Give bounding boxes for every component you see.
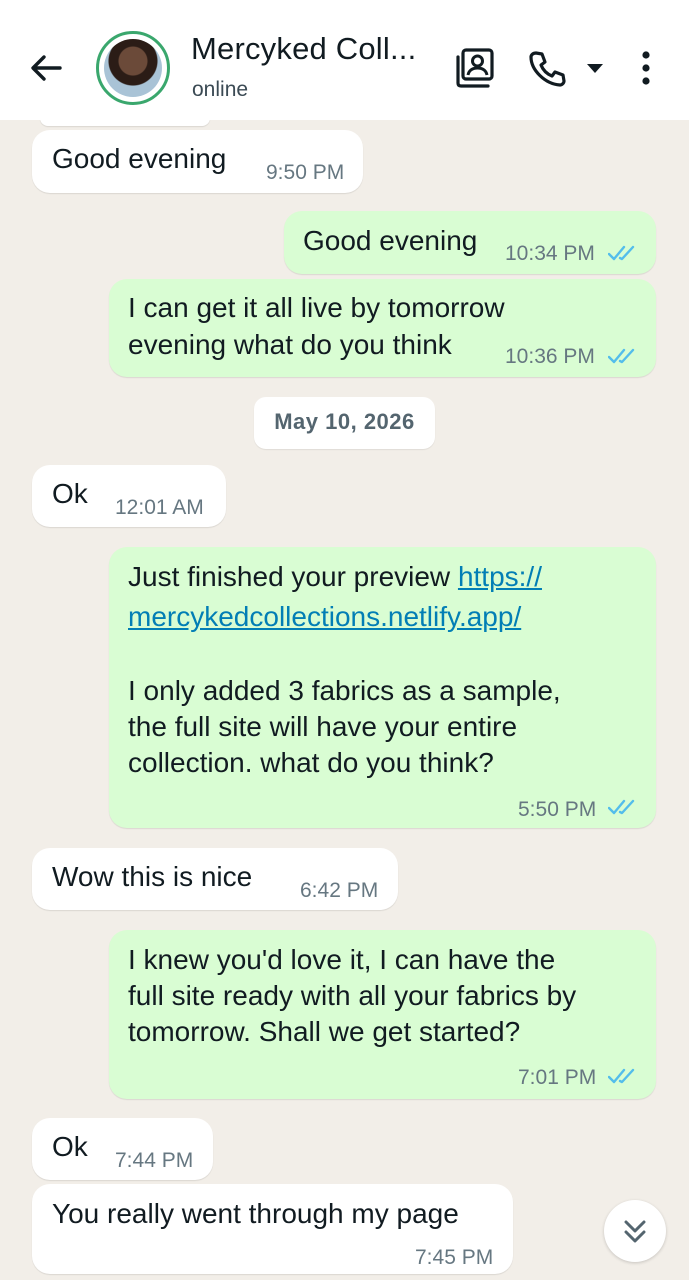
- arrow-left-icon[interactable]: [26, 48, 66, 88]
- message-text: You really went through my page: [52, 1198, 459, 1229]
- chat-area[interactable]: Good evening 9:50 PM Good evening 10:34 …: [0, 110, 689, 1280]
- message-line: I only added 3 fabrics as a sample,: [128, 675, 561, 706]
- message-text: Ok: [52, 478, 88, 509]
- scroll-to-bottom-button[interactable]: [604, 1200, 666, 1262]
- preview-link[interactable]: mercykedcollections.netlify.app/: [128, 601, 521, 632]
- message-bubble-incoming[interactable]: You really went through my page 7:45 PM: [32, 1184, 513, 1274]
- message-time: 6:42 PM: [300, 879, 379, 902]
- double-chevron-down-icon: [623, 1219, 647, 1250]
- message-line: I can get it all live by tomorrow: [128, 292, 505, 323]
- message-time: 5:50 PM: [518, 798, 597, 821]
- date-separator: May 10, 2026: [254, 397, 435, 449]
- message-text: Good evening: [52, 143, 227, 174]
- message-bubble-incoming[interactable]: Ok 7:44 PM: [32, 1118, 213, 1180]
- more-vert-icon[interactable]: [638, 50, 654, 86]
- avatar-photo: [104, 39, 162, 97]
- date-separator-text: May 10, 2026: [274, 409, 415, 434]
- read-receipt-icon: [607, 348, 638, 370]
- contact-status: online: [192, 78, 249, 101]
- message-bubble-incoming[interactable]: Ok 12:01 AM: [32, 465, 226, 527]
- message-line: full site ready with all your fabrics by: [128, 980, 577, 1011]
- message-time: 7:44 PM: [115, 1149, 194, 1172]
- read-receipt-icon: [607, 245, 638, 267]
- message-bubble-incoming[interactable]: Wow this is nice 6:42 PM: [32, 848, 398, 910]
- message-line: collection. what do you think?: [128, 747, 494, 778]
- read-receipt-icon: [607, 799, 638, 821]
- message-line: tomorrow. Shall we get started?: [128, 1016, 521, 1047]
- chat-header: Mercyked Coll... online: [0, 0, 689, 120]
- message-time: 12:01 AM: [115, 496, 204, 519]
- message-time: 10:36 PM: [505, 345, 595, 368]
- contact-card-icon[interactable]: [455, 47, 495, 89]
- message-line: Just finished your preview https://: [128, 558, 542, 595]
- phone-icon[interactable]: [527, 50, 567, 88]
- message-line: mercykedcollections.netlify.app/: [128, 598, 521, 635]
- avatar[interactable]: [96, 31, 170, 105]
- message-text: Wow this is nice: [52, 861, 253, 892]
- contact-name[interactable]: Mercyked Coll...: [191, 31, 416, 67]
- message-time: 7:45 PM: [415, 1246, 494, 1269]
- message-bubble-outgoing[interactable]: I can get it all live by tomorrow evenin…: [109, 279, 656, 377]
- message-text-prefix: Just finished your preview: [128, 561, 458, 592]
- preview-link[interactable]: https://: [458, 561, 542, 592]
- message-bubble-outgoing[interactable]: I knew you'd love it, I can have the ful…: [109, 930, 656, 1099]
- message-line: evening what do you think: [128, 329, 452, 360]
- message-bubble-outgoing[interactable]: Just finished your preview https:// merc…: [109, 547, 656, 828]
- message-bubble-incoming[interactable]: Good evening 9:50 PM: [32, 130, 363, 193]
- message-line: I knew you'd love it, I can have the: [128, 944, 556, 975]
- message-time: 7:01 PM: [518, 1066, 597, 1089]
- message-time: 9:50 PM: [266, 161, 345, 184]
- message-text: Good evening: [303, 225, 478, 256]
- caret-down-icon[interactable]: [585, 62, 605, 74]
- message-line: the full site will have your entire: [128, 711, 518, 742]
- message-bubble-outgoing[interactable]: Good evening 10:34 PM: [284, 211, 656, 274]
- read-receipt-icon: [607, 1068, 638, 1090]
- message-text: Ok: [52, 1131, 88, 1162]
- message-time: 10:34 PM: [505, 242, 595, 265]
